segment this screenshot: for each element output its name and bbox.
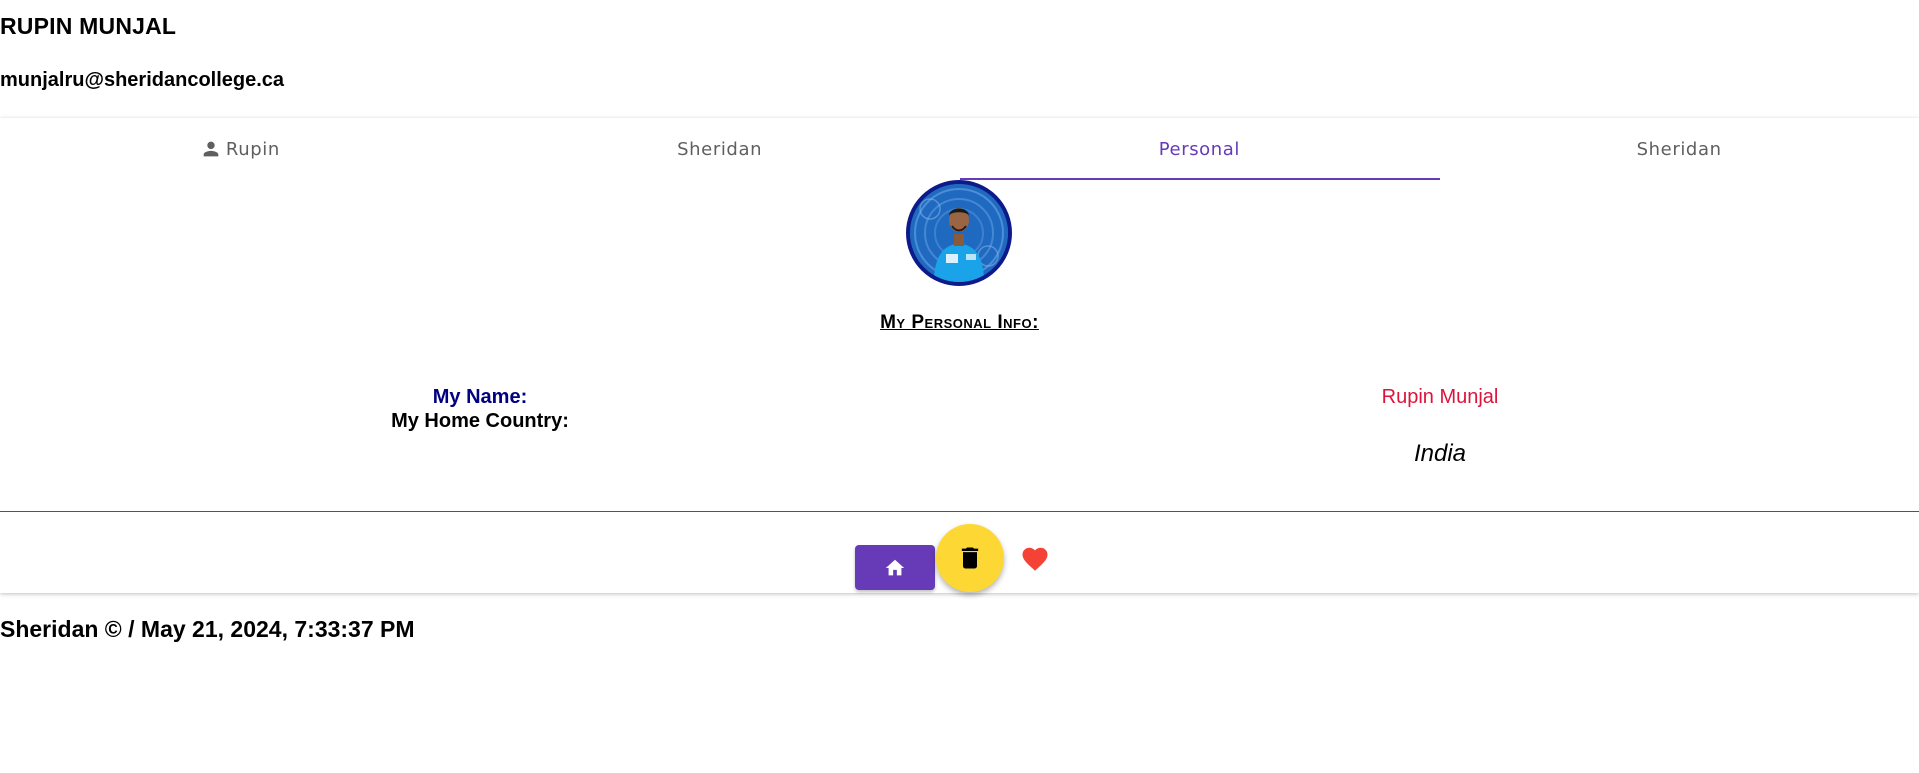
header-email: munjalru@sheridancollege.ca [0, 69, 285, 91]
home-button[interactable] [855, 545, 935, 590]
tab-sheridan[interactable]: Sheridan [480, 118, 960, 180]
personal-info-title: My Personal Info: [880, 312, 1039, 333]
tab-label: Sheridan [677, 138, 763, 160]
name-value: Rupin Munjal [1381, 386, 1499, 408]
tab-personal[interactable]: Personal [960, 118, 1440, 180]
profile-photo [910, 184, 1008, 282]
active-tab-indicator [960, 178, 1440, 180]
tab-label: Rupin [225, 138, 280, 160]
page-title: RUPIN MUNJAL [0, 13, 177, 39]
tab-sheridan-2[interactable]: Sheridan [1439, 118, 1919, 180]
country-value: India [1413, 440, 1467, 467]
trash-icon [961, 547, 979, 569]
tab-label: Personal [1158, 138, 1241, 160]
divider [0, 511, 1919, 512]
delete-button[interactable] [936, 524, 1004, 592]
avatar [906, 180, 1012, 286]
country-label: My Home Country: [391, 410, 569, 432]
footer-text: Sheridan © / May 21, 2024, 7:33:37 PM [0, 616, 415, 642]
person-icon [203, 141, 219, 157]
tab-rupin[interactable]: Rupin [0, 118, 480, 180]
heart-icon[interactable] [1020, 544, 1050, 574]
name-label: My Name: [432, 386, 528, 408]
tab-bar: Rupin Sheridan Personal Sheridan [0, 118, 1919, 180]
main-card: Rupin Sheridan Personal Sheridan My Pers… [0, 118, 1919, 593]
tab-label: Sheridan [1636, 138, 1722, 160]
home-icon [885, 559, 905, 575]
